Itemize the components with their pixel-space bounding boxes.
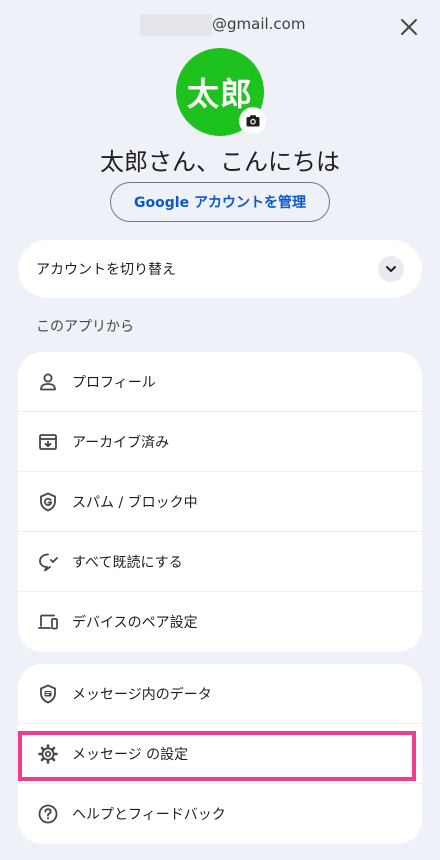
devices-icon <box>36 610 60 634</box>
menu-item-label: デバイスのペア設定 <box>72 615 198 631</box>
email-suffix: @gmail.com <box>212 15 306 33</box>
menu-item-label: アーカイブ済み <box>72 434 170 451</box>
data-shield-icon <box>36 682 60 706</box>
switch-account-toggle[interactable]: アカウントを切り替え <box>18 240 422 298</box>
account-header: @gmail.com <box>0 0 440 52</box>
menu-item-label: プロフィール <box>72 374 156 391</box>
menu-item-help-feedback[interactable]: ヘルプとフィードバック <box>18 784 422 844</box>
menu-item-label: スパム / ブロック中 <box>72 494 198 511</box>
menu-item-profile[interactable]: プロフィール <box>18 352 422 412</box>
close-icon <box>401 19 417 35</box>
camera-icon <box>246 115 260 127</box>
menu-item-label: ヘルプとフィードバック <box>72 807 226 823</box>
email-redacted <box>140 14 212 36</box>
close-button[interactable] <box>396 14 422 40</box>
shield-g-icon <box>36 490 60 514</box>
gear-icon <box>36 742 60 766</box>
archive-icon <box>36 430 60 454</box>
menu-group-app: プロフィール アーカイブ済み スパム / ブロック中 すべて既読にする デバイス… <box>18 352 422 652</box>
menu-item-label: すべて既読にする <box>72 554 183 571</box>
switch-account-label: アカウントを切り替え <box>36 262 176 278</box>
menu-group-settings: メッセージ内のデータ メッセージ の設定 ヘルプとフィードバック <box>18 664 422 844</box>
chevron-down-icon <box>386 266 396 272</box>
menu-item-mark-all-read[interactable]: すべて既読にする <box>18 532 422 592</box>
mark-read-icon <box>36 550 60 574</box>
avatar-text: 太郎 <box>186 75 253 113</box>
chevron-button <box>378 256 404 282</box>
menu-item-data-in-messages[interactable]: メッセージ内のデータ <box>18 664 422 724</box>
help-icon <box>36 802 60 826</box>
section-label: このアプリから <box>36 319 134 335</box>
menu-item-spam-blocked[interactable]: スパム / ブロック中 <box>18 472 422 532</box>
menu-item-archived[interactable]: アーカイブ済み <box>18 412 422 472</box>
menu-item-label: メッセージ内のデータ <box>72 686 212 703</box>
manage-google-account-button[interactable]: Google アカウントを管理 <box>110 182 330 222</box>
person-icon <box>36 370 60 394</box>
change-photo-button[interactable] <box>240 108 266 134</box>
menu-item-label: メッセージ の設定 <box>72 746 189 763</box>
menu-item-message-settings[interactable]: メッセージ の設定 <box>18 724 422 784</box>
greeting: 太郎さん、こんにちは <box>100 148 340 176</box>
menu-item-device-pairing[interactable]: デバイスのペア設定 <box>18 592 422 652</box>
